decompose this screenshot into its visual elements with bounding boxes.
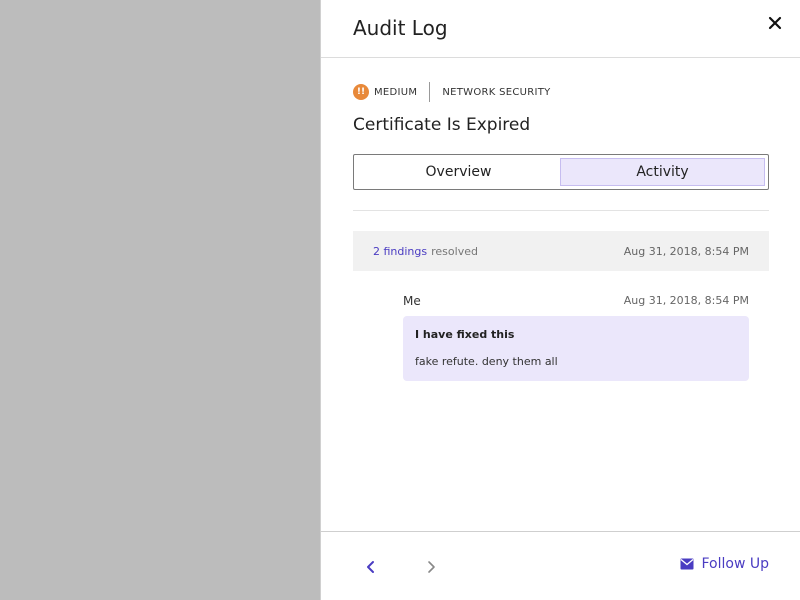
findings-link[interactable]: 2 findings	[373, 245, 427, 258]
severity-label: MEDIUM	[374, 86, 418, 98]
comment-author: Me	[403, 294, 421, 308]
close-icon	[768, 16, 782, 30]
meta-divider	[429, 82, 431, 102]
activity-event: 2 findings resolved Aug 31, 2018, 8:54 P…	[353, 231, 769, 271]
audit-log-panel: Audit Log !! MEDIUM NETWORK SECURITY Cer…	[320, 0, 800, 600]
previous-button[interactable]	[361, 557, 381, 577]
follow-up-label: Follow Up	[701, 556, 770, 572]
comment-header: Me Aug 31, 2018, 8:54 PM	[403, 294, 749, 308]
modal-backdrop[interactable]	[0, 0, 320, 600]
next-button[interactable]	[421, 557, 441, 577]
tab-bar: Overview Activity	[353, 154, 769, 190]
tab-activity[interactable]: Activity	[560, 158, 765, 186]
issue-category: NETWORK SECURITY	[442, 86, 551, 98]
close-button[interactable]	[766, 14, 784, 32]
tab-overview[interactable]: Overview	[357, 158, 560, 186]
panel-footer: Follow Up	[321, 531, 800, 600]
comment-timestamp: Aug 31, 2018, 8:54 PM	[623, 294, 749, 307]
issue-meta: !! MEDIUM NETWORK SECURITY	[353, 82, 551, 102]
event-action: resolved	[431, 244, 478, 258]
panel-header: Audit Log	[321, 0, 800, 58]
envelope-icon	[680, 558, 694, 570]
severity-icon: !!	[353, 84, 369, 100]
chevron-right-icon	[428, 561, 435, 573]
panel-title: Audit Log	[353, 16, 448, 40]
comment-body: fake refute. deny them all	[415, 355, 558, 368]
section-divider	[353, 210, 769, 211]
event-timestamp: Aug 31, 2018, 8:54 PM	[623, 244, 749, 258]
issue-title: Certificate Is Expired	[353, 115, 531, 135]
follow-up-button[interactable]: Follow Up	[680, 556, 770, 572]
comment-title: I have fixed this	[415, 328, 515, 341]
chevron-left-icon	[367, 561, 374, 573]
comment-bubble: I have fixed this fake refute. deny them…	[403, 316, 749, 381]
